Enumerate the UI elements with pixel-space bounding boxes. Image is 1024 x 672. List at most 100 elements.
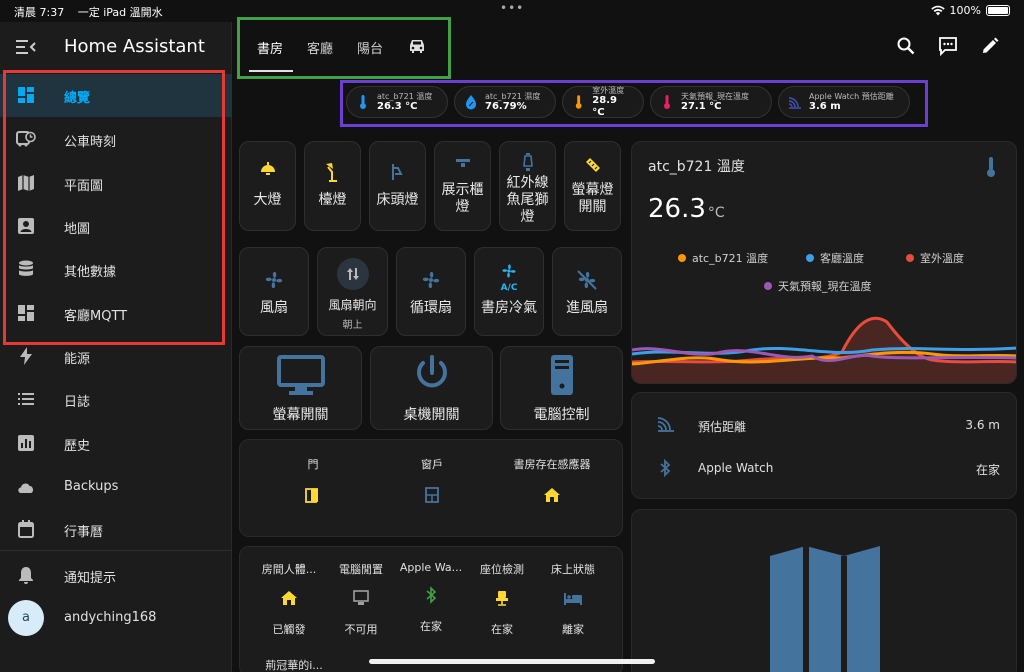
multitasking-dots[interactable]: ••• <box>500 1 524 15</box>
light-bedside-button[interactable]: 床頭燈 <box>369 141 426 231</box>
bed-icon <box>564 593 582 605</box>
calendar-icon <box>18 520 34 538</box>
monitor-switch-button[interactable]: 螢幕開關 <box>239 346 362 430</box>
sidebar-item-label: 歷史 <box>64 439 91 454</box>
list-icon <box>18 393 34 405</box>
thermometer-icon <box>987 157 995 177</box>
sidebar-item-other-data[interactable]: 其他數據 <box>0 248 232 291</box>
sidebar-item-logbook[interactable]: 日誌 <box>0 378 232 421</box>
menu-open-icon[interactable] <box>16 38 36 56</box>
account-box-icon <box>18 218 34 234</box>
sidebar-item-living-mqtt[interactable]: 客廳MQTT <box>0 292 232 335</box>
map-icon <box>18 175 34 191</box>
tab-balcony[interactable]: 陽台 <box>357 38 383 57</box>
battery-percent: 100% <box>949 4 981 17</box>
sidebar-item-label: 總覽 <box>64 91 91 106</box>
door-sensor[interactable]: 門 <box>298 456 328 508</box>
top-bar: 書房 客廳 陽台 <box>232 22 1024 72</box>
assist-chat-icon[interactable] <box>938 36 958 56</box>
presence-sensor[interactable]: 書房存在感應器 <box>502 456 602 508</box>
watch-presence-label[interactable]: Apple Watch <box>698 461 773 475</box>
light-desk-lamp-button[interactable]: 檯燈 <box>304 141 361 231</box>
seat-sensor[interactable]: 座位檢測 在家 <box>469 561 535 637</box>
light-display-cabinet-button[interactable]: 展示櫃 燈 <box>434 141 491 231</box>
status-bar: 清晨 7:37 一定 iPad 溫開水 ••• 100% <box>0 0 1024 22</box>
sidebar-item-map[interactable]: 地圖 <box>0 205 232 248</box>
app-title: Home Assistant <box>64 36 205 57</box>
bluetooth-icon <box>660 459 671 477</box>
sidebar-item-floorplan[interactable]: 平面圖 <box>0 162 232 205</box>
fan-direction-button[interactable]: 風扇朝向 朝上 <box>317 247 388 336</box>
badge-atc-temp[interactable]: atc_b721 溫度 26.3 °C <box>346 86 448 118</box>
lightning-icon <box>20 347 32 365</box>
thermometer-icon <box>575 95 582 109</box>
legend-atc-temp[interactable]: atc_b721 溫度 <box>678 250 768 266</box>
badge-forecast-temp[interactable]: 天氣預報_現在溫度 27.1 °C <box>650 86 772 118</box>
badge-outdoor-temp[interactable]: 室外溫度 28.9 °C <box>562 86 644 118</box>
bed-sensor[interactable]: 床上狀態 離家 <box>540 561 606 637</box>
sidebar-item-label: 通知提示 <box>64 571 117 586</box>
sidebar-item-label: 公車時刻 <box>64 135 117 150</box>
circulator-fan-button[interactable]: 循環扇 <box>396 247 466 336</box>
car-icon[interactable] <box>407 38 427 54</box>
sidebar: Home Assistant 總覽 公車時刻 平面圖 地圖 其他數據 客廳MQT… <box>0 22 232 672</box>
lightbulb-icon <box>522 153 533 171</box>
water-percent-icon <box>466 95 476 110</box>
wifi-icon <box>930 5 945 16</box>
cloud-icon <box>18 483 34 493</box>
battery-icon <box>986 5 1010 16</box>
sidebar-item-label: 平面圖 <box>64 179 104 194</box>
pencil-icon[interactable] <box>980 36 1000 56</box>
floorplan-card[interactable] <box>631 509 1017 672</box>
intake-fan-button[interactable]: 進風扇 <box>552 247 622 336</box>
sidebar-item-bus[interactable]: 公車時刻 <box>0 118 232 161</box>
tab-study[interactable]: 書房 <box>257 38 283 57</box>
home-indicator[interactable] <box>369 659 655 664</box>
fan-icon <box>265 271 283 289</box>
sidebar-item-energy[interactable]: 能源 <box>0 335 232 378</box>
sidebar-item-profile[interactable]: andyching168 <box>0 597 232 640</box>
light-main-button[interactable]: 大燈 <box>239 141 296 231</box>
light-monitor-bar-button[interactable]: 螢幕燈 開關 <box>564 141 621 231</box>
air-conditioner-icon: A/C <box>501 264 518 292</box>
watch-distance-value: 3.6 m <box>965 418 1000 432</box>
track-light-icon <box>455 159 470 167</box>
temperature-graph-card[interactable]: atc_b721 溫度 26.3 °C atc_b721 溫度 客廳溫度 室外溫度… <box>631 141 1017 384</box>
window-sensor[interactable]: 窗戶 <box>412 456 452 508</box>
sidebar-item-history[interactable]: 歷史 <box>0 422 232 465</box>
badge-watch-distance[interactable]: Apple Watch 預估距離 3.6 m <box>778 86 910 118</box>
study-ac-button[interactable]: A/C 書房冷氣 <box>474 247 544 336</box>
tab-living-room[interactable]: 客廳 <box>307 38 333 57</box>
extra-presence-sensor[interactable]: 荊冠華的i... <box>254 657 334 672</box>
watch-distance-label[interactable]: 預估距離 <box>698 418 746 435</box>
legend-forecast-temp[interactable]: 天氣預報_現在溫度 <box>764 278 872 294</box>
watch-presence-value: 在家 <box>975 463 1000 477</box>
apple-watch-card: 預估距離 3.6 m Apple Watch 在家 <box>631 392 1017 499</box>
sidebar-item-label: 行事曆 <box>64 525 104 540</box>
search-icon[interactable] <box>896 36 916 56</box>
swap-vertical-icon <box>346 268 359 280</box>
window-closed-icon <box>425 487 439 503</box>
legend-living-temp[interactable]: 客廳溫度 <box>806 250 864 266</box>
pc-idle-sensor[interactable]: 電腦閒置 不可用 <box>328 561 394 637</box>
sensor-card-value: 26.3 °C <box>648 194 725 224</box>
sidebar-item-label: 地圖 <box>64 222 91 237</box>
desktop-power-button[interactable]: 桌機開關 <box>370 346 493 430</box>
ceiling-light-icon <box>260 162 275 175</box>
badge-atc-humidity[interactable]: atc_b721 濕度 76.79% <box>454 86 556 118</box>
sidebar-item-notifications[interactable]: 通知提示 <box>0 554 232 597</box>
sidebar-item-backups[interactable]: Backups <box>0 466 232 509</box>
chart-box-icon <box>18 435 34 451</box>
sidebar-item-calendar[interactable]: 行事曆 <box>0 508 232 551</box>
pc-control-button[interactable]: 電腦控制 <box>500 346 623 430</box>
fan-button[interactable]: 風扇 <box>239 247 309 336</box>
status-time: 清晨 7:37 <box>14 6 65 19</box>
legend-outdoor-temp[interactable]: 室外溫度 <box>906 250 964 266</box>
light-ir-merlion-button[interactable]: 紅外線 魚尾獅 燈 <box>499 141 556 231</box>
room-motion-sensor[interactable]: 房間人體... 已觸發 <box>254 561 324 637</box>
sidebar-item-label: Backups <box>64 479 119 494</box>
monitor-icon <box>353 590 369 605</box>
apple-watch-sensor[interactable]: Apple Wa... 在家 <box>396 561 466 634</box>
sidebar-item-overview[interactable]: 總覽 <box>0 74 232 117</box>
home-icon <box>281 591 297 605</box>
